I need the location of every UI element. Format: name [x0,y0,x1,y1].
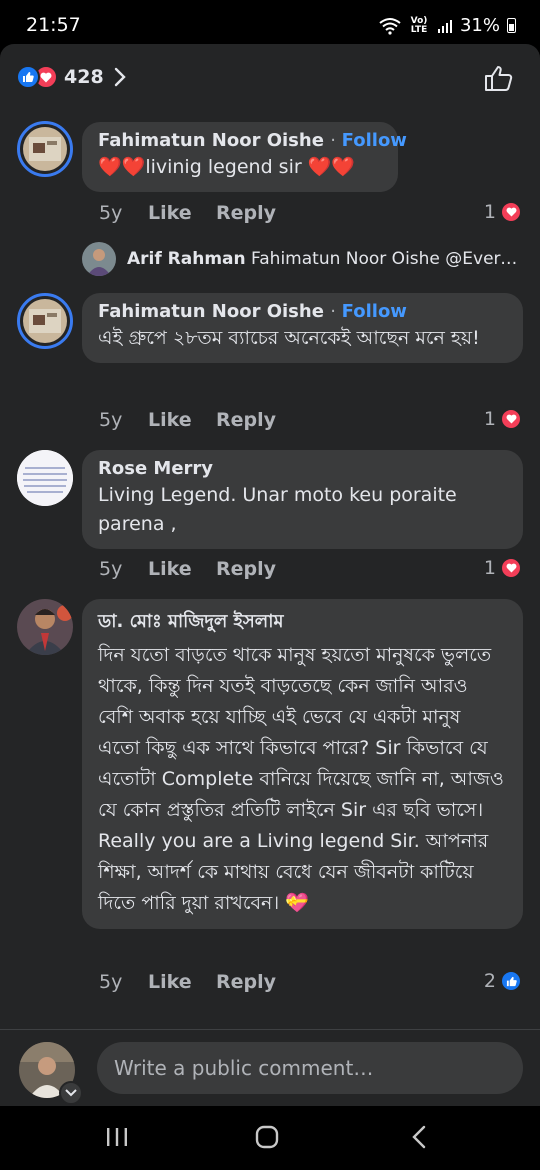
like-reaction-icon [500,970,522,992]
comment-author[interactable]: Rose Merry [98,458,507,479]
avatar[interactable] [17,599,73,655]
reply-preview-text-line: Arif Rahman Fahimatun Noor Oishe @Evergr… [127,249,522,269]
reply-snippet: Fahimatun Noor Oishe @Evergre… [251,249,522,269]
avatar[interactable] [17,293,73,349]
recent-apps-icon [107,1128,127,1146]
chevron-down-icon[interactable] [59,1081,83,1105]
comment-age: 5y [99,558,123,580]
comment-reaction-count[interactable]: 1 [484,408,522,430]
status-time: 21:57 [26,14,81,36]
comment-reaction-count[interactable]: 1 [484,201,522,223]
comment-actions: 5y Like Reply [99,202,276,224]
like-button[interactable]: Like [148,202,216,224]
battery-icon [507,18,516,33]
avatar [82,242,116,276]
comment-bubble[interactable]: Rose Merry Living Legend. Unar moto keu … [82,450,523,549]
battery-percent: 31% [459,15,500,36]
separator-dot: · [330,301,342,322]
reply-button[interactable]: Reply [216,558,276,580]
wifi-icon [379,17,401,35]
comment-bubble[interactable]: Fahimatun Noor Oishe · Follow এই গ্রুপে … [82,293,523,363]
back-button[interactable] [399,1120,439,1154]
like-button[interactable]: Like [148,971,216,993]
comment-age: 5y [99,971,123,993]
reply-author: Arif Rahman [127,249,246,269]
reaction-number: 1 [483,201,496,223]
comment-bubble[interactable]: Fahimatun Noor Oishe · Follow ❤️❤️livini… [82,122,407,192]
like-reaction-icon [16,65,40,89]
like-button[interactable]: Like [148,558,216,580]
comment-author[interactable]: ডা. মোঃ মাজিদুল ইসলাম [98,607,507,638]
reply-button[interactable]: Reply [216,409,276,431]
signal-icon [437,19,452,33]
comment-text: Living Legend. Unar moto keu poraite par… [98,484,457,535]
avatar[interactable] [17,121,73,177]
like-post-icon[interactable] [484,64,514,92]
system-nav-bar [0,1106,540,1170]
reply-button[interactable]: Reply [216,202,276,224]
reaction-number: 1 [483,557,496,579]
comment-text: এই গ্রুপে ২৮তম ব্যাচের অনেকেই আছেন মনে হ… [98,327,480,349]
comment-text: দিন যতো বাড়তে থাকে মানুষ হয়তো মানুষকে … [98,644,504,914]
comment-age: 5y [99,409,123,431]
comment-author[interactable]: Fahimatun Noor Oishe [98,130,324,151]
home-button[interactable] [247,1120,287,1154]
comment-author-line: Fahimatun Noor Oishe · Follow [98,301,507,322]
reactions-summary[interactable]: 428 [16,64,126,90]
comment-text: ❤️❤️livinig legend sir ❤️❤️ [98,156,356,178]
recent-apps-button[interactable] [97,1120,137,1154]
love-reaction-icon [500,201,522,223]
home-icon [255,1125,279,1149]
comment-reaction-count[interactable]: 2 [484,970,522,992]
separator-dot: · [330,130,342,151]
comment-bubble[interactable]: ডা. মোঃ মাজিদুল ইসলাম দিন যতো বাড়তে থাক… [82,599,523,929]
comment-age: 5y [99,202,123,224]
comment-composer [0,1029,540,1106]
status-icons: Vo) LTE 31% [379,15,516,36]
avatar[interactable] [17,450,73,506]
comment-input[interactable] [97,1042,523,1094]
comments-sheet: 428 Fahimatun Noor Oishe · Follow ❤️❤️li… [0,44,540,1106]
love-reaction-icon [500,557,522,579]
reply-preview[interactable]: Arif Rahman Fahimatun Noor Oishe @Evergr… [82,242,522,276]
network-label: Vo) LTE [410,15,428,35]
like-button[interactable]: Like [148,409,216,431]
comment-actions: 5y Like Reply [99,409,276,431]
reaction-count: 428 [64,66,104,88]
love-reaction-icon [500,408,522,430]
comment-author[interactable]: Fahimatun Noor Oishe [98,301,324,322]
chevron-right-icon [114,67,126,87]
comment-reaction-count[interactable]: 1 [484,557,522,579]
back-icon [412,1125,426,1149]
comment-author-line: Fahimatun Noor Oishe · Follow [98,130,407,151]
reply-button[interactable]: Reply [216,971,276,993]
comment-actions: 5y Like Reply [99,558,276,580]
reaction-number: 2 [483,970,496,992]
reaction-number: 1 [483,408,496,430]
follow-button[interactable]: Follow [342,130,407,151]
comment-actions: 5y Like Reply [99,971,276,993]
follow-button[interactable]: Follow [342,301,407,322]
